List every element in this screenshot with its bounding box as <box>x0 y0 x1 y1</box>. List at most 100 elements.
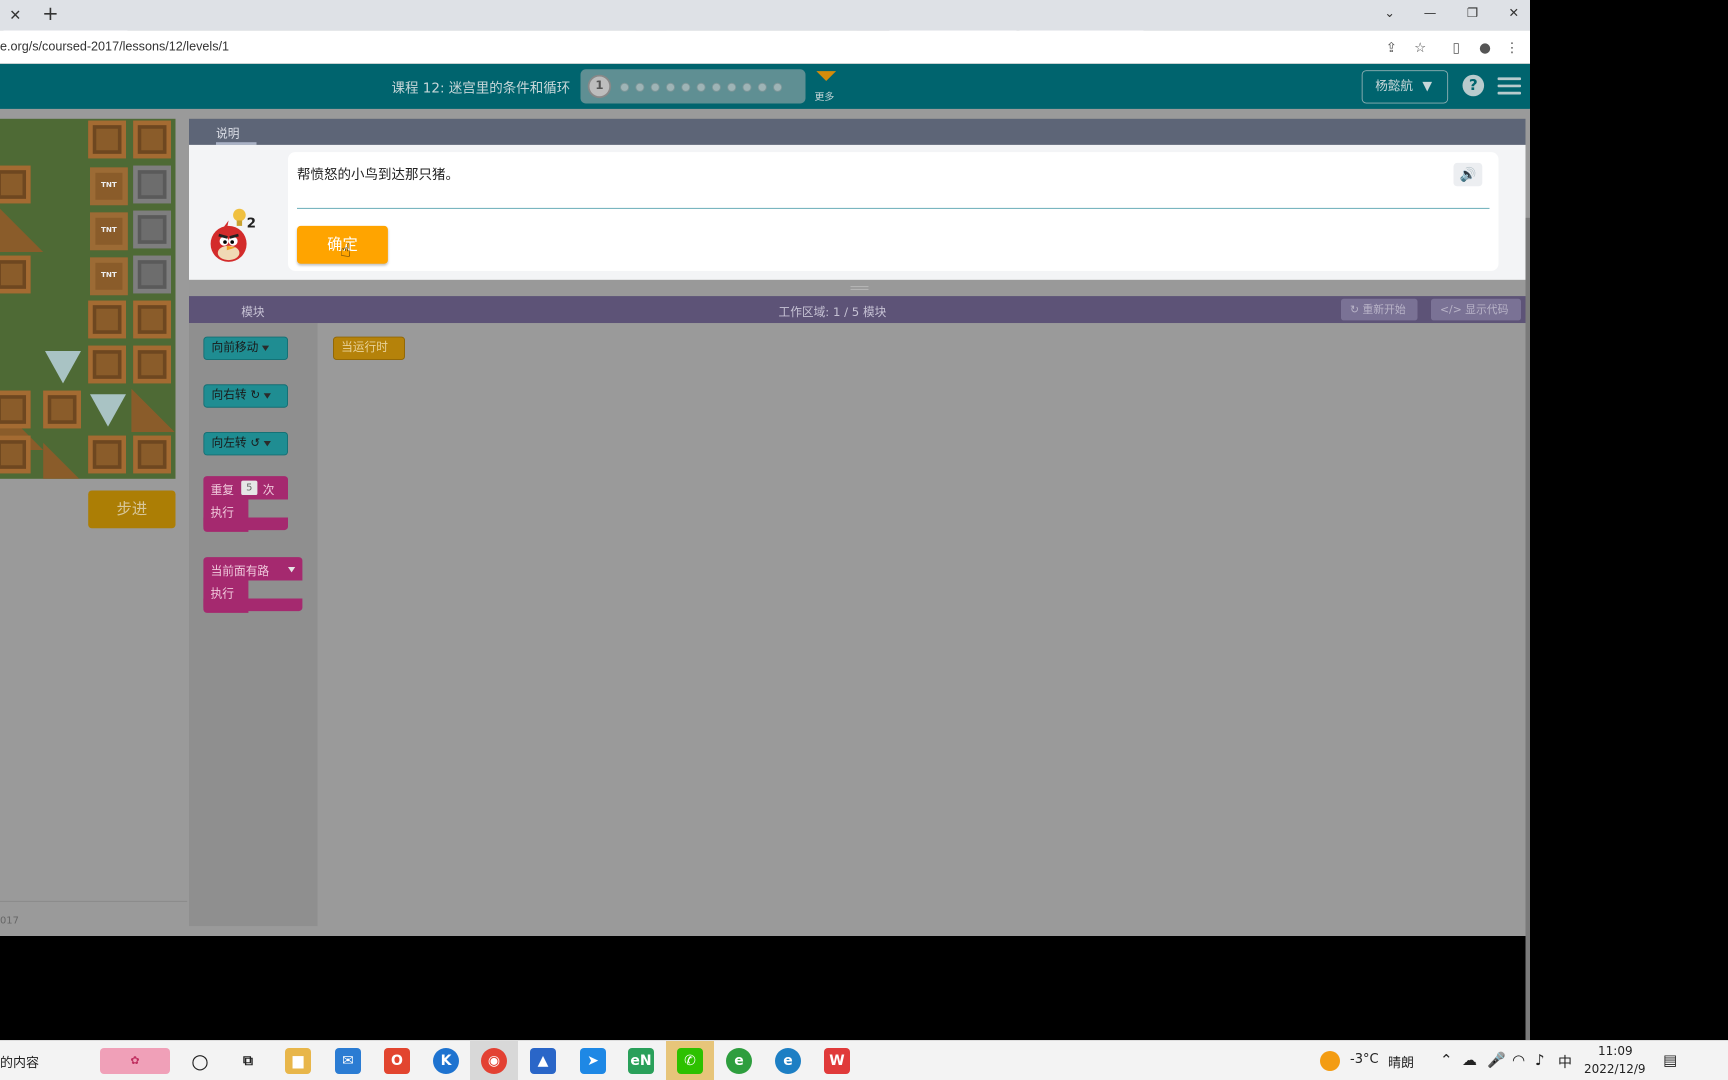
resize-grip-icon[interactable] <box>851 286 869 290</box>
code-workspace[interactable]: 当运行时 <box>318 323 1526 926</box>
text-to-speech-icon[interactable]: 🔊 <box>1454 163 1483 186</box>
side-panel-icon[interactable]: ▯ <box>1447 39 1465 57</box>
microphone-icon[interactable]: 🎤 <box>1487 1051 1506 1069</box>
dropdown-arrow-icon[interactable] <box>264 441 271 446</box>
wps-icon[interactable]: W <box>824 1048 850 1074</box>
clock-time[interactable]: 11:09 <box>1598 1044 1633 1058</box>
share-icon[interactable]: ⇪ <box>1382 39 1400 57</box>
crate-tile <box>0 256 31 294</box>
file-explorer-icon[interactable]: ▆ <box>285 1048 311 1074</box>
repeat-block[interactable]: 重复 5 次 执行 <box>203 476 288 532</box>
search-highlight-icon[interactable]: ✿ <box>100 1048 170 1074</box>
dropdown-arrow-icon[interactable] <box>264 393 271 398</box>
url-text[interactable]: e.org/s/coursed-2017/lessons/12/levels/1 <box>0 39 229 53</box>
turn-left-block[interactable]: 向左转 ↺ <box>203 432 288 455</box>
chrome-icon[interactable]: ◉ <box>481 1048 507 1074</box>
level-dot[interactable] <box>697 83 706 92</box>
turn-right-label: 向右转 ↻ <box>212 389 261 403</box>
level-dot[interactable] <box>727 83 736 92</box>
level-dot[interactable] <box>666 83 675 92</box>
panel-resize-bar[interactable] <box>189 280 1526 296</box>
volume-icon[interactable]: ♪ <box>1535 1051 1545 1069</box>
crate-tile <box>0 436 31 474</box>
hamburger-menu-icon[interactable] <box>1498 77 1521 95</box>
dropdown-arrow-icon[interactable] <box>262 345 269 350</box>
dropdown-arrow-icon[interactable] <box>288 567 295 572</box>
level-dot[interactable] <box>743 83 752 92</box>
office-icon[interactable]: O <box>384 1048 410 1074</box>
k-app-icon[interactable]: K <box>433 1048 459 1074</box>
level-dot[interactable] <box>758 83 767 92</box>
current-level-bubble[interactable]: 1 <box>588 75 611 98</box>
crate-tile <box>0 166 31 204</box>
crate-tile <box>133 121 171 159</box>
more-caret-icon[interactable] <box>816 71 836 81</box>
level-dot[interactable] <box>651 83 660 92</box>
page-scrollbar[interactable] <box>1526 218 1531 1045</box>
user-name: 杨懿航 <box>1375 79 1413 93</box>
photos-icon[interactable]: ▲ <box>530 1048 556 1074</box>
more-label[interactable]: 更多 <box>815 89 835 103</box>
level-progress: 1 <box>581 69 806 103</box>
close-window-icon[interactable]: ✕ <box>1502 4 1525 24</box>
tab-instructions[interactable]: 说明 <box>216 124 239 141</box>
lightbulb-hint-icon[interactable] <box>232 208 246 228</box>
turn-right-block[interactable]: 向右转 ↻ <box>203 384 288 407</box>
turn-left-label: 向左转 ↺ <box>212 437 261 451</box>
wifi-icon[interactable]: ◠ <box>1512 1051 1525 1069</box>
level-dot[interactable] <box>635 83 644 92</box>
profile-icon[interactable]: ● <box>1476 39 1494 57</box>
move-forward-block[interactable]: 向前移动 <box>203 337 288 360</box>
restore-icon[interactable]: ❐ <box>1461 4 1484 24</box>
wechat-icon[interactable]: ✆ <box>677 1048 703 1074</box>
clock-date[interactable]: 2022/12/9 <box>1584 1062 1646 1076</box>
evernote-icon[interactable]: eN <box>628 1048 654 1074</box>
task-view-icon[interactable]: ⧉ <box>235 1048 261 1074</box>
new-tab-icon[interactable]: + <box>40 5 62 27</box>
level-dot[interactable] <box>620 83 629 92</box>
weather-text[interactable]: 晴朗 <box>1388 1052 1414 1071</box>
instructions-header: 说明 <box>189 119 1526 145</box>
tab-close-icon[interactable]: ✕ <box>6 6 24 24</box>
repeat-count-field[interactable]: 5 <box>241 481 257 495</box>
taskbar-search-text[interactable]: 的内容 <box>0 1052 39 1071</box>
footer-text: 017 <box>0 914 19 926</box>
lesson-title[interactable]: 课程 12: 迷宫里的条件和循环 <box>392 78 571 97</box>
restart-button[interactable]: ↻ 重新开始 <box>1341 299 1418 321</box>
level-dot[interactable] <box>712 83 721 92</box>
app-header: 课程 12: 迷宫里的条件和循环 1 更多 杨懿航 ▼ ? <box>0 64 1530 109</box>
crate-tile <box>0 391 31 429</box>
feishu-icon[interactable]: ➤ <box>580 1048 606 1074</box>
e-browser-icon[interactable]: e <box>726 1048 752 1074</box>
hand-cursor-icon: ☝ <box>340 239 351 261</box>
level-dot[interactable] <box>681 83 690 92</box>
weather-temp[interactable]: -3°C <box>1350 1052 1379 1067</box>
sun-weather-icon[interactable] <box>1320 1051 1340 1071</box>
bookmark-star-icon[interactable]: ☆ <box>1411 39 1429 57</box>
mail-icon[interactable]: ✉ <box>335 1048 361 1074</box>
step-button[interactable]: 步进 <box>88 491 175 529</box>
browser-menu-icon[interactable]: ⋮ <box>1503 39 1521 57</box>
workspace-header: 模块 工作区域: 1 / 5 模块 ↻ 重新开始 </> 显示代码 <box>189 296 1526 323</box>
level-dot[interactable] <box>773 83 782 92</box>
onedrive-cloud-icon[interactable]: ☁ <box>1462 1051 1477 1069</box>
chevron-down-icon: ▼ <box>1422 79 1432 93</box>
tab-search-chevron-icon[interactable]: ⌄ <box>1378 4 1401 24</box>
blocks-tab-label: 模块 <box>241 302 264 319</box>
workspace-block-count: 工作区域: 1 / 5 模块 <box>779 302 887 319</box>
ime-indicator[interactable]: 中 <box>1558 1052 1572 1072</box>
start-search-circle-icon[interactable]: ○ <box>187 1048 213 1074</box>
minimize-icon[interactable]: — <box>1418 4 1441 24</box>
windows-taskbar: 的内容 ✿ ○ ⧉ ▆ ✉ O K ◉ ▲ ➤ eN ✆ e e W -3°C … <box>0 1040 1728 1080</box>
user-menu-button[interactable]: 杨懿航 ▼ <box>1362 70 1448 103</box>
instructions-panel: 2 帮愤怒的小鸟到达那只猪。 🔊 确定 ☝ <box>189 145 1526 280</box>
crate-tile <box>43 391 81 429</box>
help-icon[interactable]: ? <box>1463 75 1485 97</box>
edge-icon[interactable]: e <box>775 1048 801 1074</box>
instruction-text: 帮愤怒的小鸟到达那只猪。 <box>297 165 459 184</box>
when-run-block[interactable]: 当运行时 <box>333 337 405 360</box>
if-path-block[interactable]: 当前面有路 执行 <box>203 557 302 613</box>
notification-icon[interactable]: ▤ <box>1663 1051 1677 1069</box>
tray-chevron-icon[interactable]: ⌃ <box>1440 1051 1453 1069</box>
show-code-button[interactable]: </> 显示代码 <box>1431 299 1521 321</box>
